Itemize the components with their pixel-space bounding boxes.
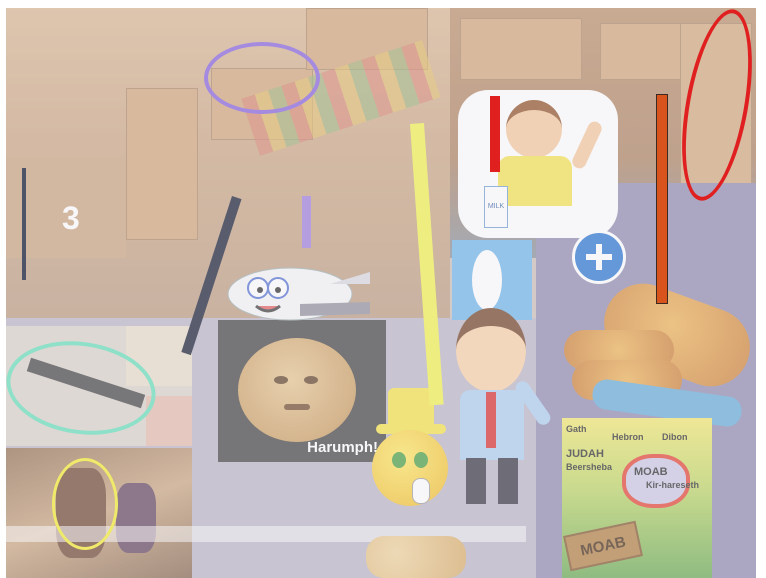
red-bar (490, 96, 500, 172)
orange-bar (656, 94, 668, 304)
dark-vertical-bar (22, 168, 26, 280)
lavender-bar (302, 196, 311, 248)
yellow-ellipse (52, 458, 118, 550)
purple-ellipse (204, 42, 320, 114)
faded-overlay (6, 8, 756, 578)
slide-canvas: 3 Harumph! MILK Gath Hebron Dibon JUDAH … (6, 8, 756, 578)
